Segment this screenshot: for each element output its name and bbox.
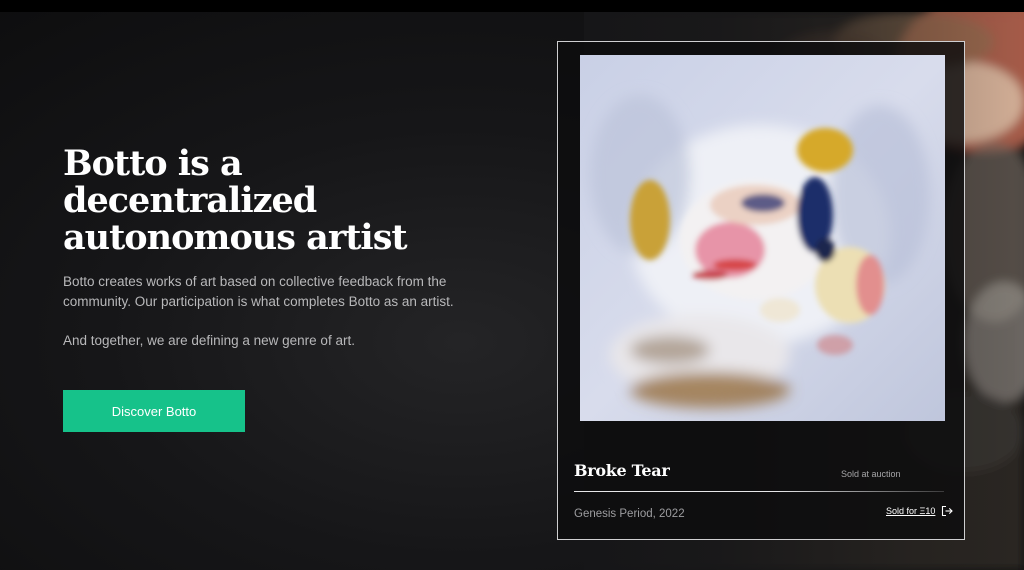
external-link-icon xyxy=(941,505,954,517)
top-bar xyxy=(0,0,1024,12)
hero-headline: Botto is a decentralized autonomous arti… xyxy=(63,143,408,258)
artwork-divider xyxy=(574,491,944,492)
artwork-title: Broke Tear xyxy=(574,461,670,480)
sold-price-link[interactable]: Sold for Ξ10 xyxy=(886,505,954,517)
hero-section: Botto is a decentralized autonomous arti… xyxy=(63,145,503,351)
artwork-status: Sold at auction xyxy=(841,469,901,479)
page: Botto is a decentralized autonomous arti… xyxy=(0,0,1024,570)
artwork-period: Genesis Period, 2022 xyxy=(574,508,685,520)
hero-description: Botto creates works of art based on coll… xyxy=(63,274,454,309)
artwork-image[interactable] xyxy=(580,55,945,421)
artwork-card[interactable]: Broke Tear Sold at auction Genesis Perio… xyxy=(557,41,965,540)
sold-price-text: Sold for Ξ10 xyxy=(886,506,936,516)
discover-botto-button[interactable]: Discover Botto xyxy=(63,390,245,432)
hero-tagline: And together, we are defining a new genr… xyxy=(63,333,355,348)
